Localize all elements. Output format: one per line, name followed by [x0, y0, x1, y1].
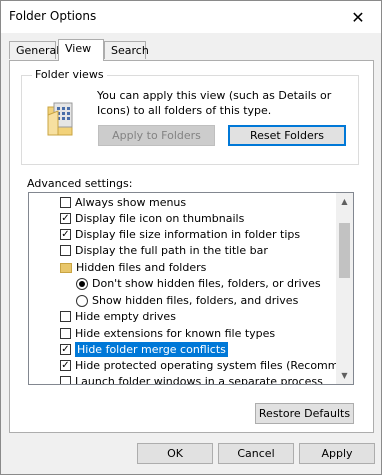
scroll-down-arrow-icon[interactable]: ▼	[336, 367, 353, 384]
title-bar: Folder Options ✕	[1, 1, 381, 33]
checkbox-unchecked-icon[interactable]	[60, 197, 71, 208]
list-item[interactable]: Show hidden files, folders, and drives	[76, 292, 298, 309]
list-item[interactable]: ✓ Display file icon on thumbnails	[60, 210, 244, 227]
list-item-label: Hide empty drives	[75, 310, 176, 323]
list-item[interactable]: Launch folder windows in a separate proc…	[60, 373, 323, 385]
list-item[interactable]: ✓ Display file size information in folde…	[60, 226, 300, 243]
list-item-label: Launch folder windows in a separate proc…	[75, 375, 323, 385]
list-item[interactable]: Always show menus	[60, 194, 186, 211]
radio-selected-icon[interactable]	[76, 277, 88, 290]
tab-general[interactable]: General	[9, 41, 59, 59]
folder-views-label: Folder views	[32, 68, 107, 81]
tab-view[interactable]: View	[58, 39, 104, 61]
ok-button[interactable]: OK	[137, 443, 213, 464]
tab-search[interactable]: Search	[104, 41, 149, 59]
checkbox-unchecked-icon[interactable]	[60, 311, 71, 322]
list-item-label: Display file icon on thumbnails	[75, 212, 245, 225]
apply-button[interactable]: Apply	[299, 443, 375, 464]
checkbox-unchecked-icon[interactable]	[60, 245, 71, 256]
list-item-label: Hide extensions for known file types	[75, 327, 276, 340]
list-item[interactable]: Hide extensions for known file types	[60, 325, 275, 342]
folder-views-group: Folder views You can apply this view (su…	[21, 68, 359, 165]
list-item-label: Don't show hidden files, folders, or dri…	[92, 277, 321, 290]
folder-icon	[60, 262, 72, 273]
view-tab-panel: Folder views You can apply this view (su…	[9, 60, 374, 433]
scroll-up-arrow-icon[interactable]: ▲	[336, 193, 353, 210]
cancel-button[interactable]: Cancel	[218, 443, 294, 464]
list-item-label: Always show menus	[75, 196, 187, 209]
checkbox-unchecked-icon[interactable]	[60, 376, 71, 384]
list-item[interactable]: Hide empty drives	[60, 308, 176, 325]
list-item-label: Show hidden files, folders, and drives	[92, 294, 299, 307]
checkbox-checked-icon[interactable]: ✓	[60, 344, 71, 355]
scrollbar-thumb[interactable]	[339, 223, 350, 278]
list-item[interactable]: ✓ Hide protected operating system files …	[60, 357, 354, 374]
advanced-settings-list[interactable]: Always show menus ✓ Display file icon on…	[28, 192, 354, 385]
restore-defaults-button[interactable]: Restore Defaults	[255, 403, 354, 424]
list-item-label: Display the full path in the title bar	[75, 244, 268, 257]
folder-views-description: You can apply this view (such as Details…	[97, 89, 332, 117]
list-item[interactable]: Don't show hidden files, folders, or dri…	[76, 275, 321, 292]
list-item[interactable]: Display the full path in the title bar	[60, 242, 268, 259]
advanced-settings-label: Advanced settings:	[27, 177, 133, 190]
vertical-scrollbar[interactable]: ▲ ▼	[336, 193, 353, 384]
list-item-label: Hide protected operating system files (R…	[75, 359, 354, 372]
folder-options-window: Folder Options ✕ General View Search Fol…	[0, 0, 382, 475]
reset-folders-button[interactable]: Reset Folders	[228, 125, 346, 146]
window-title: Folder Options	[9, 9, 97, 23]
list-item-label: Hidden files and folders	[76, 261, 207, 274]
list-item-label: Display file size information in folder …	[75, 228, 301, 241]
checkbox-checked-icon[interactable]: ✓	[60, 213, 71, 224]
checkbox-checked-icon[interactable]: ✓	[60, 360, 71, 371]
checkbox-checked-icon[interactable]: ✓	[60, 229, 71, 240]
list-item-label: Hide folder merge conflicts	[75, 342, 228, 357]
list-item-selected[interactable]: ✓ Hide folder merge conflicts	[60, 341, 228, 358]
list-item: Hidden files and folders	[60, 259, 206, 276]
close-icon[interactable]: ✕	[335, 1, 381, 33]
folder-views-icon	[46, 101, 76, 137]
checkbox-unchecked-icon[interactable]	[60, 328, 71, 339]
radio-unselected-icon[interactable]	[76, 294, 88, 307]
apply-to-folders-button[interactable]: Apply to Folders	[98, 125, 215, 146]
